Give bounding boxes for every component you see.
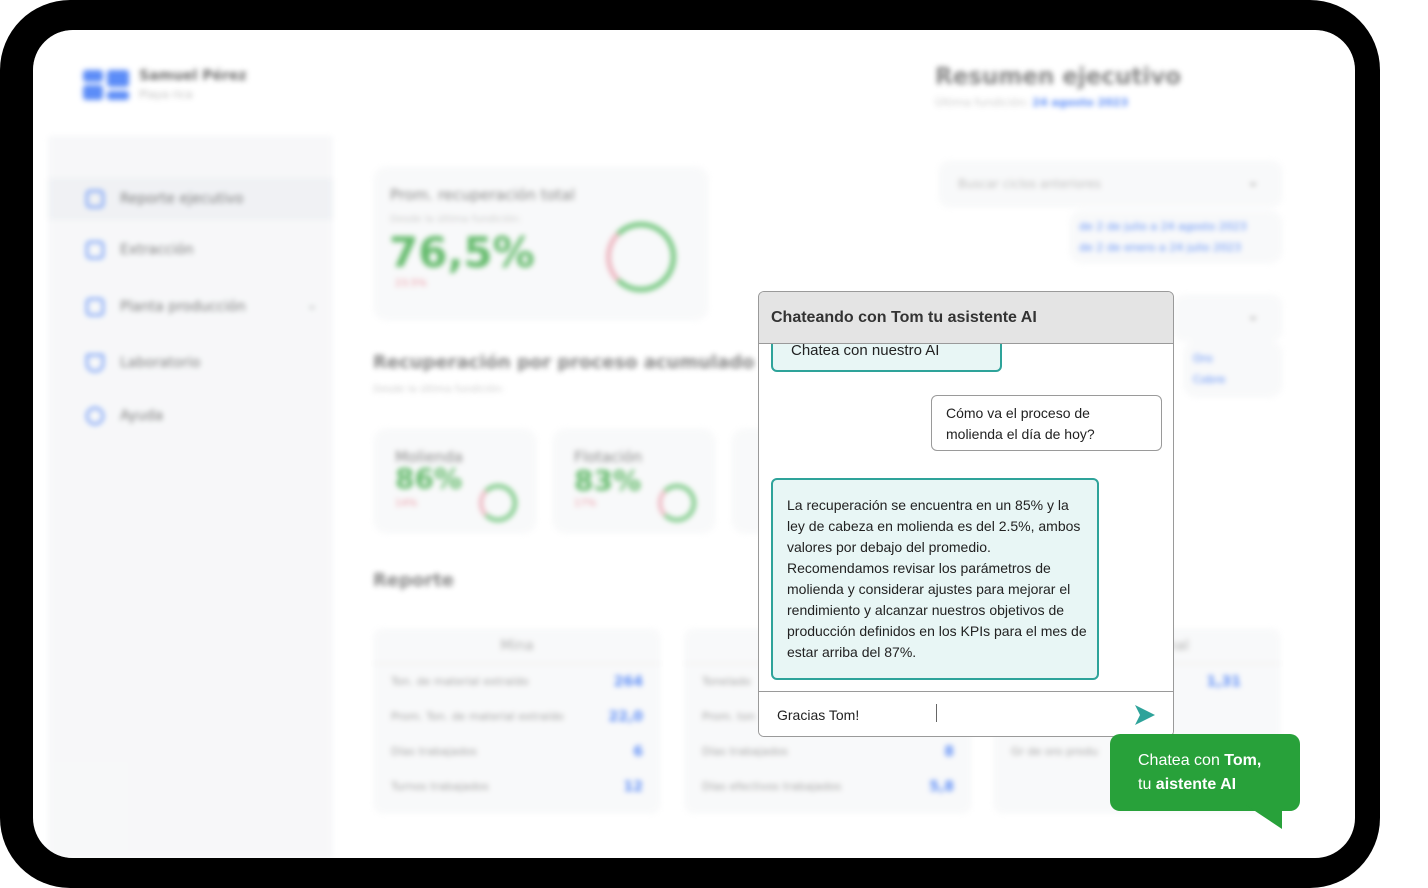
page-subtitle-date: 24 agosto 2023 <box>1032 96 1129 109</box>
row-label: Ton. de material extraído <box>391 675 529 688</box>
process-section-title: Recuperación por proceso acumulado <box>373 352 755 373</box>
metal-option-2[interactable]: Cobre <box>1193 373 1225 386</box>
report-table-mina: Mina Ton. de material extraído 264 Prom. … <box>373 628 661 814</box>
table-row: Días trabajados 6 <box>373 734 661 769</box>
row-label: Gr de oro produ <box>1011 745 1098 758</box>
metal-options: Oro Cobre <box>1183 340 1283 398</box>
process-card-delta: 14% <box>395 498 418 509</box>
chat-message-ai-partial: Chatea con nuestro AI <box>771 344 1002 372</box>
table-row: Días efectivos trabajados 5,8 <box>684 769 972 804</box>
metal-select[interactable]: ⌄ <box>1173 294 1283 342</box>
table-row: Prom. Ton. de material extraído 22,0 <box>373 699 661 734</box>
chat-title: Chateando con Tom tu asistente AI <box>759 292 1173 344</box>
table-row: Turnos trabajados 12 <box>373 769 661 804</box>
kpi-total-delta: 23.5% <box>395 278 427 289</box>
sidebar-item-label: Extracción <box>120 242 194 258</box>
chat-cta-bubble[interactable]: Chatea con Tom, tu aistente AI <box>1110 734 1300 811</box>
flask-icon <box>86 354 104 372</box>
chevron-down-icon: ⌄ <box>1247 308 1259 324</box>
chat-footer <box>759 691 1173 736</box>
send-icon[interactable] <box>1133 703 1157 727</box>
kpi-total-ring <box>606 222 676 292</box>
sidebar-item-label: Ayuda <box>120 408 164 424</box>
brand-subtitle: Playa rica <box>139 88 193 101</box>
sidebar-item-label: Laboratorio <box>120 355 201 371</box>
row-value: 22,0 <box>608 708 643 725</box>
chevron-down-icon: ⌄ <box>1247 174 1259 190</box>
sidebar-item-label: Reporte ejecutivo <box>120 191 244 207</box>
sidebar-item-label: Planta producción <box>120 299 246 315</box>
row-label: Prom. Ton. de material extraído <box>391 710 564 723</box>
row-value: 5,8 <box>929 778 954 795</box>
process-card-ring <box>658 484 696 522</box>
range-link-1[interactable]: de 2 de julio a 24 agosto 2023 <box>1079 220 1247 233</box>
row-value: 1,31 <box>1206 673 1241 690</box>
sidebar-item-reporte-ejecutivo[interactable]: Reporte ejecutivo <box>48 178 333 220</box>
kpi-total-title: Prom. recuperación total <box>390 186 576 204</box>
sidebar-item-ayuda[interactable]: Ayuda <box>48 395 333 437</box>
sidebar-item-extraccion[interactable]: Extracción <box>48 229 333 271</box>
process-card-flotacion: Flotación 83% 17% <box>552 428 716 534</box>
clipboard-icon <box>86 190 104 208</box>
page-title: Resumen ejecutivo <box>935 64 1182 90</box>
metal-option-1[interactable]: Oro <box>1193 352 1213 365</box>
search-cycles-placeholder: Buscar ciclos anteriores <box>958 177 1102 191</box>
table-row: Días trabajados 8 <box>684 734 972 769</box>
table-row: Ton. de material extraído 264 <box>373 664 661 699</box>
process-card-molienda: Molienda 86% 14% <box>373 428 537 534</box>
row-label: Tonelado <box>702 675 751 688</box>
page-subtitle: Última fundición: 24 agosto 2023 <box>935 96 1128 109</box>
cta-bubble-tail <box>1246 805 1282 829</box>
cta-text: Chatea con <box>1138 752 1225 769</box>
process-card-value: 86% <box>395 462 463 495</box>
text-caret <box>936 704 937 722</box>
chat-panel: Chateando con Tom tu asistente AI Chatea… <box>758 291 1174 737</box>
row-label: Prom. ton <box>702 710 756 723</box>
row-value: 6 <box>633 743 643 760</box>
globe-icon <box>86 407 104 425</box>
kpi-total-subtitle: Desde la última fundición: <box>390 214 522 225</box>
report-table-header: Mina <box>373 628 661 664</box>
building-icon <box>86 298 104 316</box>
row-label: Turnos trabajados <box>391 780 489 793</box>
row-label: Días efectivos trabajados <box>702 780 842 793</box>
brand-logo-icon <box>83 70 129 100</box>
range-link-2[interactable]: de 2 de enero a 24 julio 2023 <box>1079 241 1241 254</box>
process-card-ring <box>479 484 517 522</box>
row-value: 8 <box>944 743 954 760</box>
process-section-subtitle: Desde la última fundición: <box>373 384 505 395</box>
cta-bold: aistente AI <box>1155 776 1237 793</box>
chat-message-user: Cómo va el proceso de molienda el día de… <box>931 395 1162 451</box>
search-cycles-select[interactable]: Buscar ciclos anteriores ⌄ <box>938 160 1283 208</box>
sidebar-item-planta-produccion[interactable]: Planta producción ⌄ <box>48 286 333 328</box>
page-subtitle-prefix: Última fundición: <box>935 96 1029 109</box>
sidebar: Reporte ejecutivo Extracción Planta prod… <box>48 136 333 858</box>
chat-message-ai: La recuperación se encuentra en un 85% y… <box>771 478 1099 680</box>
kpi-total-card: Prom. recuperación total Desde la última… <box>373 166 709 321</box>
range-links: de 2 de julio a 24 agosto 2023 de 2 de e… <box>1069 210 1283 264</box>
cta-text: tu <box>1138 776 1156 793</box>
row-label: Días trabajados <box>702 745 789 758</box>
image-icon <box>86 241 104 259</box>
cta-bold: Tom, <box>1224 752 1262 769</box>
row-value: 12 <box>623 778 643 795</box>
brand-name: Samuel Pérez <box>139 68 247 84</box>
chevron-down-icon: ⌄ <box>306 298 317 312</box>
top-bar: Samuel Pérez Playa rica Resumen ejecutiv… <box>33 30 1355 136</box>
row-value: 264 <box>613 673 643 690</box>
chat-input[interactable] <box>777 704 1117 726</box>
row-label: Días trabajados <box>391 745 478 758</box>
process-card-value: 83% <box>574 464 642 497</box>
chat-messages: Chatea con nuestro AI Cómo va el proceso… <box>759 344 1173 691</box>
sidebar-item-laboratorio[interactable]: Laboratorio <box>48 342 333 384</box>
kpi-total-value: 76,5% <box>389 228 535 277</box>
report-section-title: Reporte <box>373 570 455 591</box>
process-card-delta: 17% <box>574 498 597 509</box>
